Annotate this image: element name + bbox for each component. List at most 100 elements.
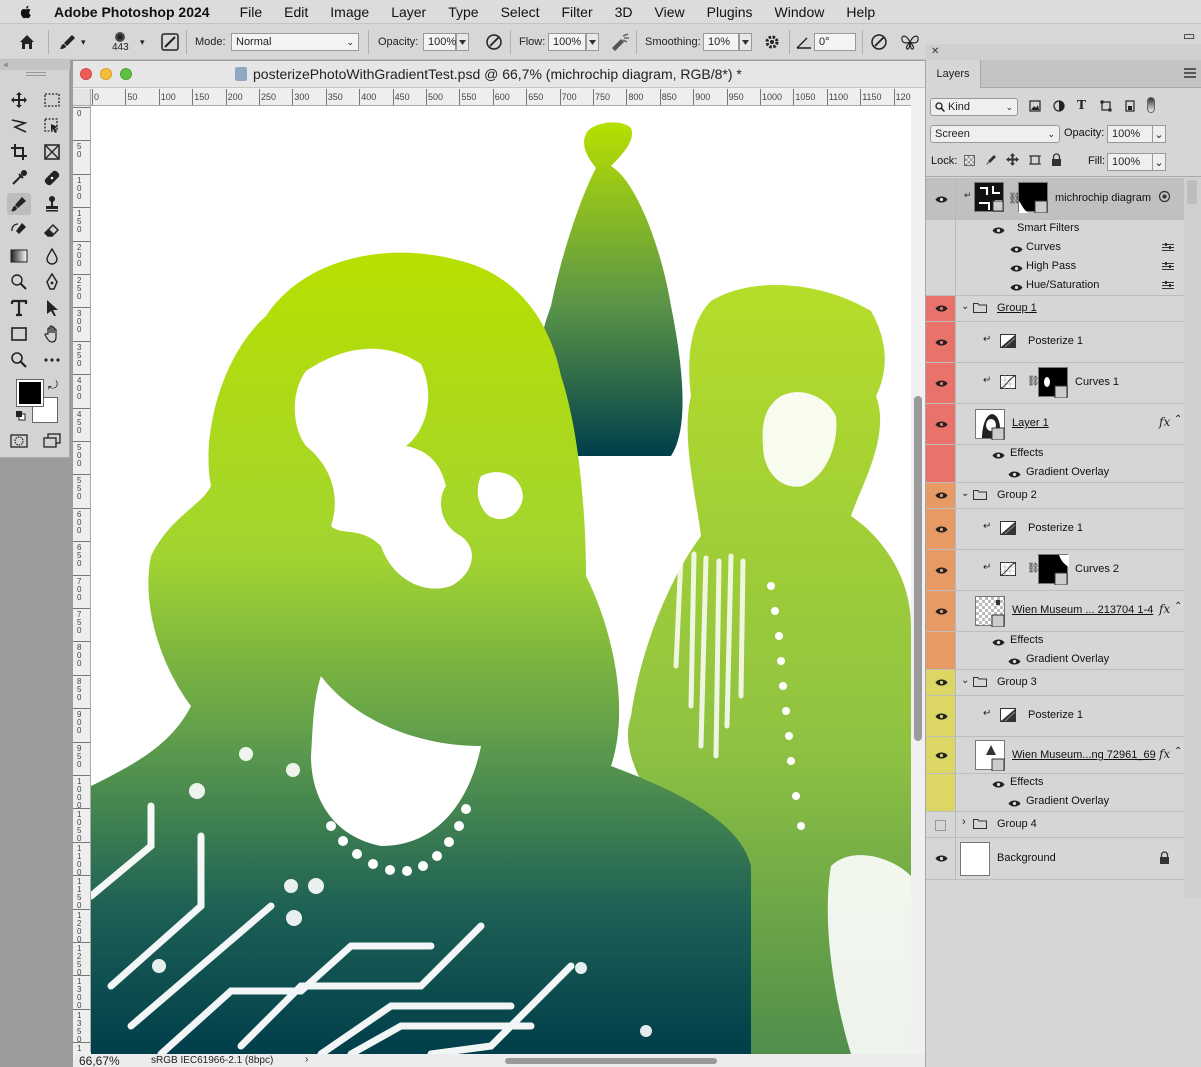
gradient-overlay-label[interactable]: Gradient Overlay [1026,653,1109,665]
layer-row-curves[interactable]: ↵ ⛓ Curves 2 [926,550,1184,591]
eyedropper-icon[interactable] [7,167,31,189]
rectangle-tool-icon[interactable] [7,323,31,345]
layer-row-group-4[interactable]: › Group 4 [926,812,1184,838]
menu-select[interactable]: Select [501,4,540,20]
menu-window[interactable]: Window [775,4,825,20]
eye-icon[interactable] [1010,264,1023,273]
filter-pixel-icon[interactable] [1029,100,1041,112]
healing-brush-icon[interactable] [40,167,64,189]
brush-settings-icon[interactable] [160,24,180,60]
quick-mask-icon[interactable] [7,430,31,452]
menu-image[interactable]: Image [330,4,369,20]
menu-3d[interactable]: 3D [615,4,633,20]
filter-adjustment-icon[interactable] [1053,100,1065,112]
pressure-size-icon[interactable] [869,24,889,60]
lock-artboard-icon[interactable] [1029,154,1041,166]
layers-scrollbar[interactable] [1184,178,1201,898]
menu-app-name[interactable]: Adobe Photoshop 2024 [54,4,210,20]
filter-hue-saturation[interactable]: Hue/Saturation [1026,279,1099,291]
filter-shape-icon[interactable] [1100,100,1112,112]
layer-row-posterize[interactable]: ↵ Posterize 1 [926,696,1184,737]
lock-transparent-icon[interactable] [964,155,975,166]
crop-tool-icon[interactable] [7,141,31,163]
eye-icon[interactable] [992,451,1005,460]
chevron-up-icon[interactable]: ⌃ [1174,601,1182,612]
menu-file[interactable]: File [240,4,263,20]
effects-label[interactable]: Effects [1010,776,1043,788]
eye-icon[interactable] [1008,657,1021,666]
chevron-down-icon[interactable]: ⌄ [961,675,969,686]
layer-name[interactable]: Background [997,852,1056,864]
eye-icon[interactable] [935,491,948,500]
group-name[interactable]: Group 2 [997,489,1037,501]
vertical-ruler[interactable]: 0 50 100 150 200 250 300 350 400 450 500 550 600 650 7… [73,106,91,1052]
screen-mode-icon[interactable] [40,430,64,452]
panel-menu-icon[interactable] [1184,68,1196,78]
layer-name[interactable]: Curves 1 [1075,376,1119,388]
chevron-up-icon[interactable]: ⌃ [1174,746,1182,757]
image-canvas[interactable] [91,106,911,1054]
menu-filter[interactable]: Filter [562,4,593,20]
scrollbar-thumb[interactable] [1187,180,1197,204]
chevron-down-icon[interactable]: ⌄ [1152,153,1166,171]
layer-mask-thumbnail[interactable] [1018,182,1048,213]
default-colors-icon[interactable] [16,411,26,421]
zoom-tool-icon[interactable] [7,349,31,371]
flow-field[interactable]: 100% [548,24,599,60]
filter-options-icon[interactable] [1162,243,1174,252]
clone-stamp-icon[interactable] [40,193,64,215]
effects-label[interactable]: Effects [1010,634,1043,646]
layer-row-layer-1[interactable]: Layer 1 fx ⌃ [926,404,1184,445]
eye-icon[interactable] [935,304,948,313]
eye-icon[interactable] [935,566,948,575]
layer-row-posterize[interactable]: ↵ Posterize 1 [926,322,1184,363]
frame-tool-icon[interactable] [40,141,64,163]
menu-plugins[interactable]: Plugins [707,4,753,20]
rectangular-marquee-icon[interactable] [40,89,64,111]
symmetry-butterfly-icon[interactable] [900,24,920,60]
chevron-down-icon[interactable] [586,33,599,51]
pen-tool-icon[interactable] [40,271,64,293]
chevron-up-icon[interactable]: ⌃ [1174,414,1182,425]
menu-help[interactable]: Help [846,4,875,20]
airbrush-icon[interactable] [609,24,631,60]
layer-row-wien-museum-1[interactable]: Wien Museum ... 213704 1-4 fx ⌃ [926,591,1184,632]
history-brush-icon[interactable] [7,219,31,241]
dodge-tool-icon[interactable] [7,271,31,293]
menu-layer[interactable]: Layer [391,4,426,20]
menu-view[interactable]: View [655,4,685,20]
minimize-window-button[interactable] [100,68,112,80]
filter-type-icon[interactable]: T [1077,98,1086,112]
gradient-tool-icon[interactable] [7,245,31,267]
eye-icon[interactable] [935,854,948,863]
eye-icon[interactable] [935,195,948,204]
horizontal-scrollbar-thumb[interactable] [505,1058,717,1064]
effects-label[interactable]: Effects [1010,447,1043,459]
more-tools-icon[interactable] [40,349,64,371]
gear-icon[interactable] [763,24,781,60]
eye-icon[interactable] [992,638,1005,647]
chevron-down-icon[interactable]: ⌄ [961,301,969,312]
chevron-down-icon[interactable]: ⌄ [1152,125,1166,143]
group-name[interactable]: Group 1 [997,302,1037,314]
layer-name[interactable]: Posterize 1 [1028,335,1083,347]
fx-icon[interactable]: fx [1159,602,1170,616]
chevron-down-icon[interactable]: ▾ [140,24,145,60]
layer-name[interactable]: michrochip diagram [1055,192,1151,204]
filter-options-icon[interactable] [1162,281,1174,290]
layer-row-group-2[interactable]: ⌄ Group 2 [926,483,1184,509]
chevron-right-icon[interactable]: › [962,816,966,828]
chevron-down-icon[interactable] [739,33,752,51]
close-window-button[interactable] [80,68,92,80]
filter-toggle-switch[interactable] [1147,97,1155,113]
fx-icon[interactable]: fx [1159,747,1170,761]
layer-name[interactable]: Wien Museum...ng 72961_69 [1012,749,1156,761]
eye-icon[interactable] [935,420,948,429]
layer-row-curves[interactable]: ↵ ⛓ Curves 1 [926,363,1184,404]
eye-icon[interactable] [1010,245,1023,254]
tools-panel-header[interactable]: « [0,60,70,70]
eye-icon[interactable] [992,780,1005,789]
swap-colors-icon[interactable]: ⤾ [48,378,58,393]
smart-filters-label[interactable]: Smart Filters [1017,222,1079,234]
eye-icon[interactable] [1008,799,1021,808]
